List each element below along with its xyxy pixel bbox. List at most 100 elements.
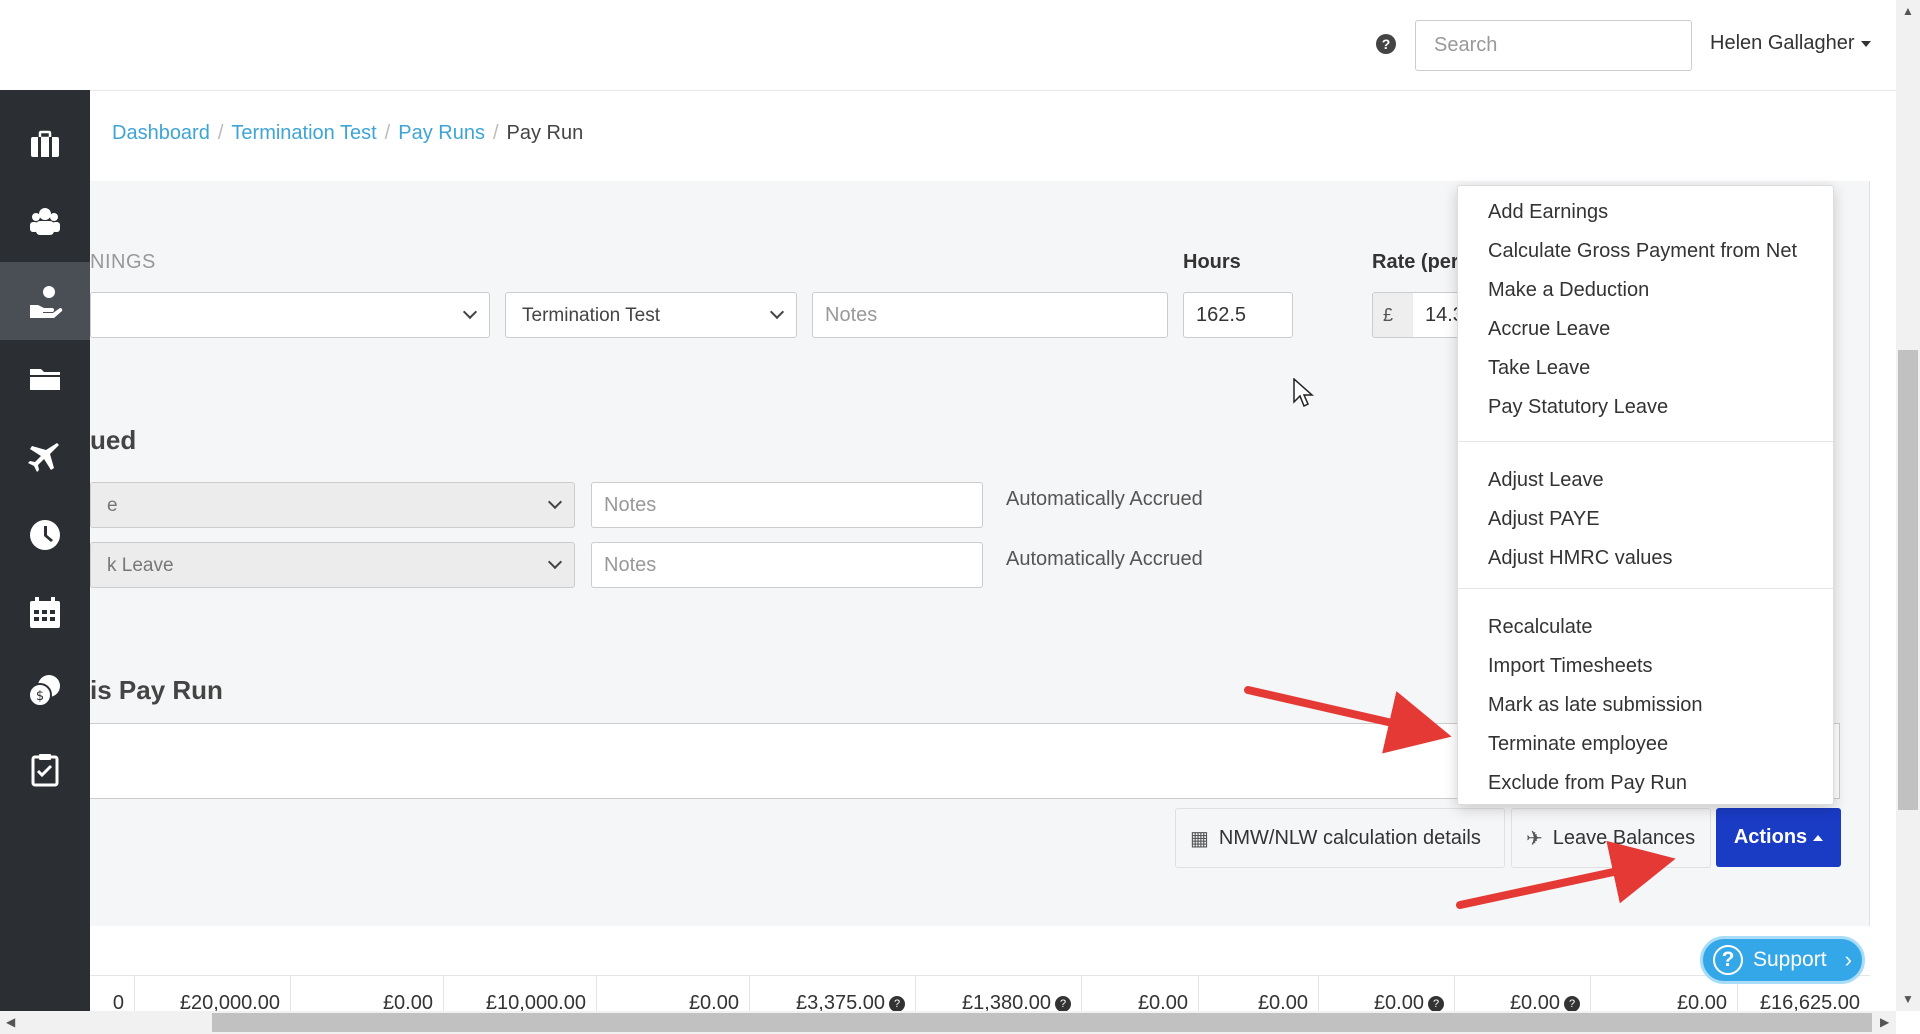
menu-item-accrue-leave[interactable]: Accrue Leave (1488, 318, 1610, 341)
chevron-right-icon: › (1844, 947, 1852, 972)
calendar-icon (30, 597, 60, 628)
scroll-left-arrow[interactable]: ◀ (6, 1015, 15, 1029)
clipboard-check-icon (31, 754, 59, 787)
rate-label: Rate (per (1372, 251, 1459, 273)
breadcrumb-current: Pay Run (506, 122, 584, 144)
employees-icon (30, 208, 60, 235)
caret-up-icon (1813, 834, 1824, 841)
menu-divider (1458, 588, 1833, 589)
calculator-icon: ▦ (1190, 827, 1209, 850)
help-icon[interactable]: ? (889, 995, 905, 1011)
currency-addon: £ (1372, 292, 1414, 338)
actions-button[interactable]: Actions (1716, 808, 1841, 867)
earnings-section-label: NINGS (90, 251, 156, 273)
table-cell: 0 (112, 992, 124, 1011)
scroll-up-arrow[interactable]: ▲ (1902, 4, 1914, 18)
menu-item-recalculate[interactable]: Recalculate (1488, 616, 1593, 639)
payroll-hand-icon (30, 286, 63, 318)
table-cell: £0.00 (290, 976, 443, 1011)
menu-item-terminate-employee[interactable]: Terminate employee (1488, 733, 1668, 756)
accrued-leave-select-1[interactable]: e (90, 482, 575, 528)
table-cell: £0.00 (1198, 976, 1318, 1011)
breadcrumb-termination-test[interactable]: Termination Test (231, 122, 376, 144)
sidebar-item-payroll[interactable] (0, 262, 90, 340)
sidebar-item-leave[interactable] (0, 418, 90, 496)
accrued-leave-select-2[interactable]: k Leave (90, 542, 575, 588)
help-icon[interactable]: ? (1428, 995, 1444, 1011)
menu-item-adjust-paye[interactable]: Adjust PAYE (1488, 508, 1600, 531)
caret-down-icon (1860, 40, 1871, 47)
help-icon[interactable]: ? (1055, 995, 1071, 1011)
sidebar-item-payments[interactable]: $ (0, 652, 90, 730)
sidebar: $ (0, 90, 90, 1034)
table-cell: £10,000.00 (443, 976, 596, 1011)
chevron-down-icon (547, 494, 563, 510)
table-cell: £0.00 (596, 976, 749, 1011)
help-icon[interactable]: ? (1376, 34, 1396, 54)
accrued-status-1: Automatically Accrued (1006, 488, 1203, 510)
pay-run-notes-title: is Pay Run (90, 675, 223, 705)
menu-item-exclude-from-pay-run[interactable]: Exclude from Pay Run (1488, 772, 1687, 795)
accrued-section-title: ued (90, 425, 137, 455)
scroll-down-arrow[interactable]: ▼ (1902, 992, 1914, 1006)
earnings-employee-select[interactable]: Termination Test (505, 292, 797, 338)
user-menu[interactable]: Helen Gallagher (1710, 32, 1871, 55)
table-cell-with-help: £0.00? (1318, 976, 1454, 1011)
chevron-down-icon (769, 304, 785, 320)
menu-item-make-deduction[interactable]: Make a Deduction (1488, 279, 1649, 302)
nmw-calculation-button[interactable]: ▦ NMW/NLW calculation details (1175, 808, 1505, 868)
sidebar-item-calendar[interactable] (0, 574, 90, 652)
sidebar-item-timesheets[interactable] (0, 496, 90, 574)
menu-item-take-leave[interactable]: Take Leave (1488, 357, 1590, 380)
menu-item-adjust-hmrc[interactable]: Adjust HMRC values (1488, 547, 1673, 570)
chevron-down-icon (547, 554, 563, 570)
user-name: Helen Gallagher (1710, 32, 1855, 54)
menu-item-mark-late-submission[interactable]: Mark as late submission (1488, 694, 1703, 717)
earnings-notes-input[interactable]: Notes (812, 292, 1168, 338)
menu-item-add-earnings[interactable]: Add Earnings (1488, 201, 1608, 224)
sidebar-item-tasks[interactable] (0, 730, 90, 808)
table-cell-with-help: £3,375.00? (749, 976, 915, 1011)
hours-label: Hours (1183, 251, 1241, 273)
support-button[interactable]: ? Support › (1700, 936, 1865, 984)
clock-icon (30, 520, 60, 550)
leave-balances-button[interactable]: ✈ Leave Balances (1511, 808, 1711, 868)
menu-item-import-timesheets[interactable]: Import Timesheets (1488, 655, 1653, 678)
horizontal-scroll-thumb[interactable] (212, 1013, 1872, 1032)
menu-divider (1458, 441, 1833, 442)
accrued-notes-input-2[interactable]: Notes (591, 542, 983, 588)
actions-dropdown-menu: Add Earnings Calculate Gross Payment fro… (1457, 185, 1834, 805)
briefcase-icon (31, 130, 59, 157)
vertical-scroll-thumb[interactable] (1898, 350, 1918, 810)
hours-input[interactable]: 162.5 (1183, 292, 1293, 338)
sidebar-item-documents[interactable] (0, 340, 90, 418)
breadcrumb-pay-runs[interactable]: Pay Runs (398, 122, 485, 144)
question-icon: ? (1713, 945, 1743, 975)
table-cell: £20,000.00 (134, 976, 290, 1011)
breadcrumb: Dashboard / Termination Test / Pay Runs / Pay … (112, 122, 584, 144)
table-cell: £0.00 (1081, 976, 1198, 1011)
pay-run-table-row: 0 £20,000.00 £0.00 £10,000.00 £0.00 £3,3… (90, 975, 1870, 1011)
breadcrumb-dashboard[interactable]: Dashboard (112, 122, 210, 144)
search-input[interactable] (1415, 20, 1692, 71)
chevron-down-icon (462, 304, 478, 320)
menu-item-pay-statutory-leave[interactable]: Pay Statutory Leave (1488, 396, 1668, 419)
table-cell-with-help: £1,380.00? (915, 976, 1081, 1011)
accrued-notes-input-1[interactable]: Notes (591, 482, 983, 528)
sidebar-item-employees[interactable] (0, 184, 90, 262)
airplane-icon (28, 443, 59, 472)
scroll-right-arrow[interactable]: ▶ (1880, 1015, 1889, 1029)
coins-icon: $ (28, 675, 60, 707)
svg-text:$: $ (36, 689, 44, 704)
accrued-status-2: Automatically Accrued (1006, 548, 1203, 570)
menu-item-adjust-leave[interactable]: Adjust Leave (1488, 469, 1604, 492)
earnings-type-select[interactable] (90, 292, 490, 338)
sidebar-item-dashboard[interactable] (0, 106, 90, 184)
airplane-icon: ✈ (1526, 827, 1543, 850)
table-cell-with-help: £0.00? (1454, 976, 1590, 1011)
help-icon[interactable]: ? (1564, 995, 1580, 1011)
mouse-cursor-icon (1293, 378, 1314, 408)
menu-item-calculate-gross[interactable]: Calculate Gross Payment from Net (1488, 240, 1797, 263)
top-bar: ? Helen Gallagher (0, 0, 1896, 91)
folder-icon (30, 369, 60, 390)
